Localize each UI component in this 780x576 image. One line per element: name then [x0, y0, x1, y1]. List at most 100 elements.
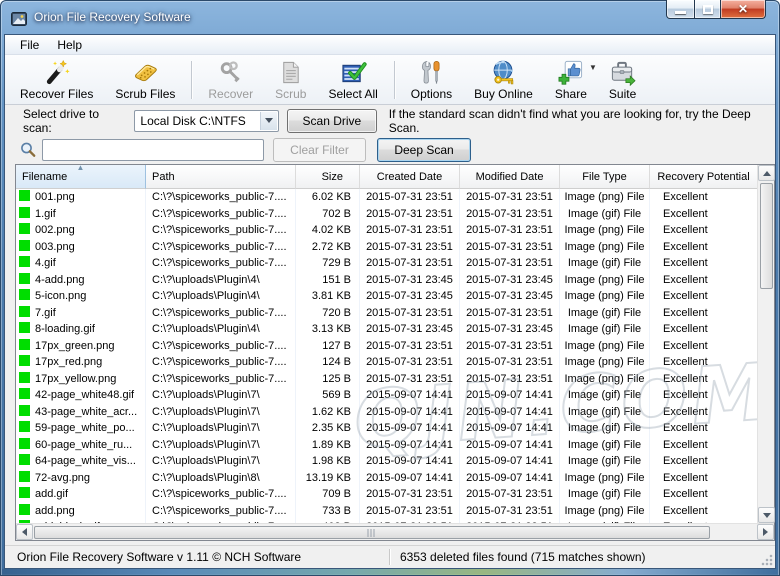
table-row[interactable]: 5-icon.pngC:\?\uploads\Plugin\4\3.81 KB2…: [16, 288, 757, 305]
table-row[interactable]: 17px_red.pngC:\?\spiceworks_public-7....…: [16, 354, 757, 371]
resize-grip[interactable]: [761, 554, 773, 566]
table-row[interactable]: 001.pngC:\?\spiceworks_public-7....6.02 …: [16, 189, 757, 206]
cell-path: C:\?\spiceworks_public-7....: [146, 486, 296, 503]
table-row[interactable]: 17px_green.pngC:\?\spiceworks_public-7..…: [16, 338, 757, 355]
scan-drive-button[interactable]: Scan Drive: [287, 109, 377, 133]
cell-type: Image (gif) File: [560, 453, 650, 470]
cell-size: 702 B: [296, 206, 360, 223]
cell-filename: 59-page_white_po...: [16, 420, 146, 437]
cell-path: C:\?\spiceworks_public-7....: [146, 189, 296, 206]
cell-size: 733 B: [296, 503, 360, 520]
column-header-filename[interactable]: ▲ Filename: [16, 165, 146, 189]
minimize-icon: [675, 11, 686, 14]
green-square-file-icon: [19, 223, 30, 234]
cell-path: C:\?\uploads\Plugin\4\: [146, 272, 296, 289]
deep-scan-button[interactable]: Deep Scan: [377, 138, 471, 162]
table-row[interactable]: 72-avg.pngC:\?\uploads\Plugin\8\13.19 KB…: [16, 470, 757, 487]
cell-potential: Excellent: [650, 288, 757, 305]
vertical-scrollbar[interactable]: [757, 165, 774, 523]
column-header-modified-date[interactable]: Modified Date: [460, 165, 560, 189]
scan-row: Select drive to scan: Local Disk C:\NTFS…: [5, 105, 775, 136]
toolbar-button-label: Recover Files: [20, 87, 93, 101]
arrow-left-icon: [22, 528, 27, 536]
cell-size: 1.98 KB: [296, 453, 360, 470]
horizontal-scrollbar[interactable]: [16, 523, 774, 540]
dropdown-arrow-zone[interactable]: [260, 112, 277, 130]
table-row[interactable]: 002.pngC:\?\spiceworks_public-7....4.02 …: [16, 222, 757, 239]
cell-path: C:\?\spiceworks_public-7....: [146, 503, 296, 520]
green-square-file-icon: [19, 454, 30, 465]
cell-modified: 2015-09-07 14:41: [460, 453, 560, 470]
share-button[interactable]: ▼ Share: [544, 57, 598, 103]
column-header-path[interactable]: Path: [146, 165, 296, 189]
column-header-size[interactable]: Size: [296, 165, 360, 189]
maximize-button[interactable]: [694, 0, 721, 19]
drive-select-dropdown[interactable]: Local Disk C:\NTFS: [134, 110, 279, 132]
table-row[interactable]: 003.pngC:\?\spiceworks_public-7....2.72 …: [16, 239, 757, 256]
cell-filename: 72-avg.png: [16, 470, 146, 487]
vertical-scroll-thumb[interactable]: [760, 183, 773, 289]
table-row[interactable]: add.gifC:\?\spiceworks_public-7....709 B…: [16, 486, 757, 503]
menu-file[interactable]: File: [11, 36, 48, 54]
recover-files-button[interactable]: Recover Files: [9, 57, 104, 103]
cell-type: Image (gif) File: [560, 486, 650, 503]
cell-created: 2015-07-31 23:51: [360, 354, 460, 371]
cell-potential: Excellent: [650, 470, 757, 487]
table-body: 001.pngC:\?\spiceworks_public-7....6.02 …: [16, 189, 757, 525]
cell-type: Image (png) File: [560, 503, 650, 520]
table-row[interactable]: 60-page_white_ru...C:\?\uploads\Plugin\7…: [16, 437, 757, 454]
minimize-button[interactable]: [666, 0, 695, 19]
cell-filename: 60-page_white_ru...: [16, 437, 146, 454]
options-button[interactable]: Options: [400, 57, 463, 103]
filter-row: Clear Filter Deep Scan: [5, 136, 775, 164]
horizontal-scroll-thumb[interactable]: [34, 526, 710, 539]
table-row[interactable]: 17px_yellow.pngC:\?\spiceworks_public-7.…: [16, 371, 757, 388]
cell-created: 2015-07-31 23:51: [360, 189, 460, 206]
cell-created: 2015-07-31 23:51: [360, 305, 460, 322]
options-tools-icon: [418, 59, 445, 86]
cell-modified: 2015-07-31 23:51: [460, 255, 560, 272]
scroll-left-button[interactable]: [16, 524, 33, 540]
buy-online-button[interactable]: Buy Online: [463, 57, 544, 103]
green-square-file-icon: [19, 339, 30, 350]
scroll-down-button[interactable]: [758, 507, 775, 523]
cell-created: 2015-07-31 23:45: [360, 288, 460, 305]
cell-modified: 2015-09-07 14:41: [460, 437, 560, 454]
table-row[interactable]: 64-page_white_vis...C:\?\uploads\Plugin\…: [16, 453, 757, 470]
select-all-button[interactable]: Select All: [317, 57, 388, 103]
share-dropdown-caret-icon[interactable]: ▼: [589, 63, 597, 72]
table-row[interactable]: 1.gifC:\?\spiceworks_public-7....702 B20…: [16, 206, 757, 223]
table-row[interactable]: 43-page_white_acr...C:\?\uploads\Plugin\…: [16, 404, 757, 421]
scroll-right-button[interactable]: [757, 524, 774, 540]
toolbar-button-label: Share: [555, 87, 587, 101]
table-row[interactable]: 7.gifC:\?\spiceworks_public-7....720 B20…: [16, 305, 757, 322]
table-row[interactable]: 4.gifC:\?\spiceworks_public-7....729 B20…: [16, 255, 757, 272]
cell-size: 709 B: [296, 486, 360, 503]
suite-button[interactable]: Suite: [598, 57, 647, 103]
cell-created: 2015-09-07 14:41: [360, 470, 460, 487]
green-square-file-icon: [19, 306, 30, 317]
green-square-file-icon: [19, 355, 30, 366]
table-row[interactable]: 4-add.pngC:\?\uploads\Plugin\4\151 B2015…: [16, 272, 757, 289]
cell-created: 2015-07-31 23:51: [360, 239, 460, 256]
table-row[interactable]: add.pngC:\?\spiceworks_public-7....733 B…: [16, 503, 757, 520]
cell-path: C:\?\spiceworks_public-7....: [146, 222, 296, 239]
green-square-file-icon: [19, 273, 30, 284]
scrub-files-button[interactable]: Scrub Files: [104, 57, 186, 103]
table-row[interactable]: 42-page_white48.gifC:\?\uploads\Plugin\7…: [16, 387, 757, 404]
close-button[interactable]: ✕: [720, 0, 766, 19]
menu-help[interactable]: Help: [48, 36, 91, 54]
scroll-up-button[interactable]: [758, 165, 775, 181]
column-header-recovery-potential[interactable]: Recovery Potential: [650, 165, 757, 189]
column-header-created-date[interactable]: Created Date: [360, 165, 460, 189]
cell-potential: Excellent: [650, 206, 757, 223]
column-header-file-type[interactable]: File Type: [560, 165, 650, 189]
table-row[interactable]: 59-page_white_po...C:\?\uploads\Plugin\7…: [16, 420, 757, 437]
filter-input[interactable]: [42, 139, 264, 161]
cell-modified: 2015-07-31 23:51: [460, 338, 560, 355]
table-row[interactable]: 8-loading.gifC:\?\uploads\Plugin\4\3.13 …: [16, 321, 757, 338]
cell-modified: 2015-09-07 14:41: [460, 387, 560, 404]
green-square-file-icon: [19, 487, 30, 498]
cell-filename: add.png: [16, 503, 146, 520]
cell-size: 3.13 KB: [296, 321, 360, 338]
